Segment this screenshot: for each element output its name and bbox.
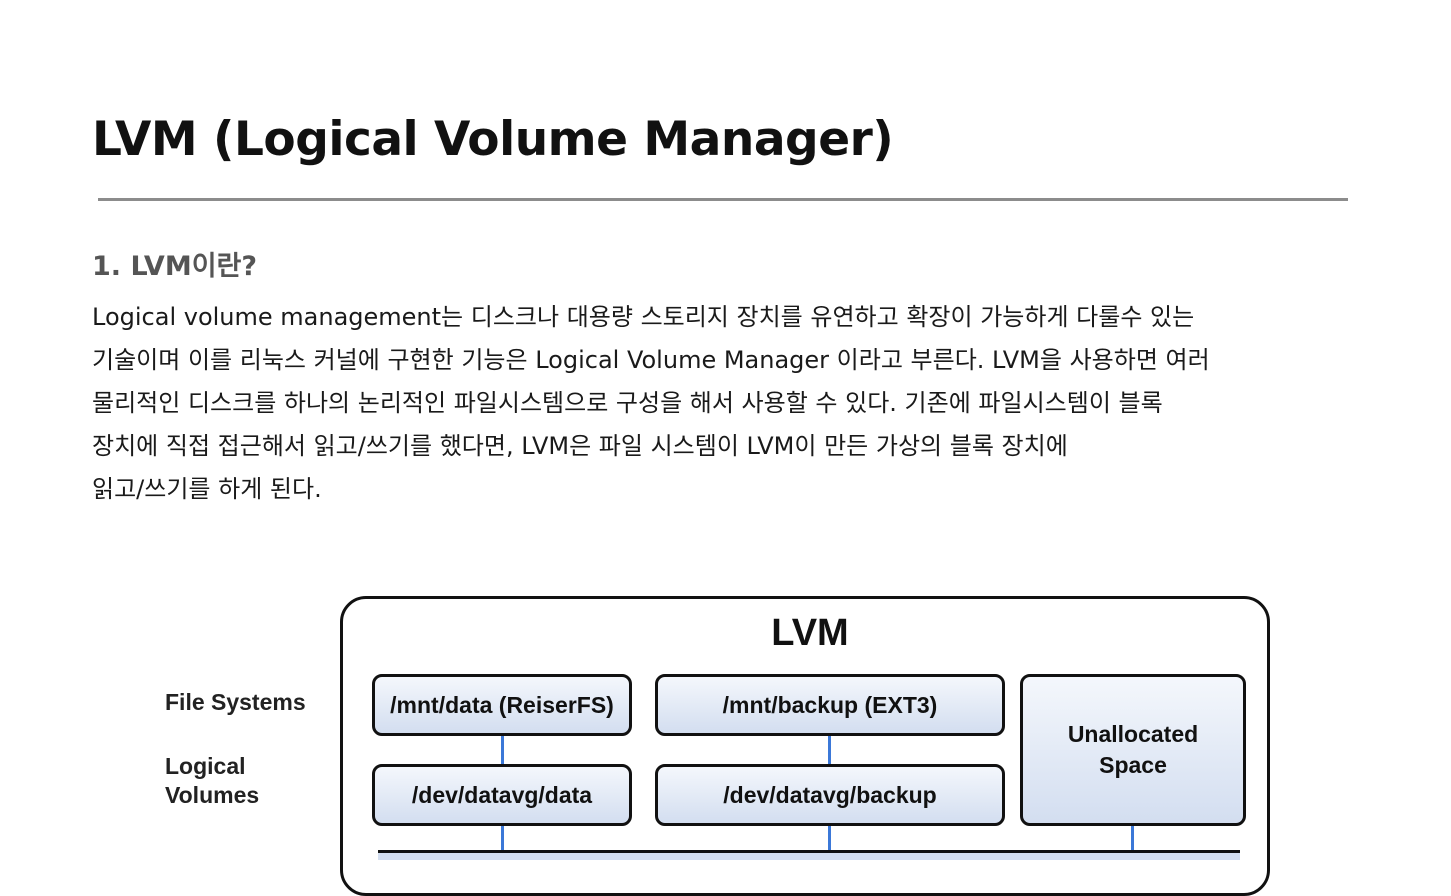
logical-volumes-label: Logical Volumes — [165, 752, 259, 810]
paragraph-line: 기술이며 이를 리눅스 커널에 구현한 기능은 Logical Volume M… — [92, 346, 1210, 374]
unallocated-line1: Unallocated — [1067, 721, 1199, 747]
paragraph-line: 물리적인 디스크를 하나의 논리적인 파일시스템으로 구성을 해서 사용할 수 … — [92, 389, 1163, 417]
lvm-frame — [340, 596, 1270, 896]
logical-volumes-label-line2: Volumes — [165, 782, 260, 808]
filesystem-box-backup: /mnt/backup (EXT3) — [655, 674, 1005, 736]
logical-volumes-label-line1: Logical — [165, 753, 246, 779]
logical-volume-box-data: /dev/datavg/data — [372, 764, 632, 826]
paragraph-line: 장치에 직접 접근해서 읽고/쓰기를 했다면, LVM은 파일 시스템이 LVM… — [92, 432, 1068, 460]
page-title: LVM (Logical Volume Manager) — [92, 112, 894, 167]
connector-line — [501, 824, 504, 854]
connector-line — [828, 824, 831, 854]
body-paragraph: Logical volume management는 디스크나 대용량 스토리지… — [92, 296, 1210, 511]
title-divider — [98, 198, 1348, 201]
connector-line — [501, 734, 504, 766]
connector-line — [828, 734, 831, 766]
lvm-diagram-title: LVM — [771, 612, 849, 654]
filesystem-box-data: /mnt/data (ReiserFS) — [372, 674, 632, 736]
connector-line — [1131, 824, 1134, 854]
unallocated-line2: Space — [1099, 752, 1167, 778]
unallocated-space-box: Unallocated Space — [1020, 674, 1246, 826]
section-heading: 1. LVM이란? — [92, 251, 258, 282]
paragraph-line: 읽고/쓰기를 하게 된다. — [92, 475, 322, 503]
volume-group-bar — [378, 850, 1240, 860]
logical-volume-box-backup: /dev/datavg/backup — [655, 764, 1005, 826]
file-systems-label: File Systems — [165, 689, 306, 715]
paragraph-line: Logical volume management는 디스크나 대용량 스토리지… — [92, 303, 1195, 331]
